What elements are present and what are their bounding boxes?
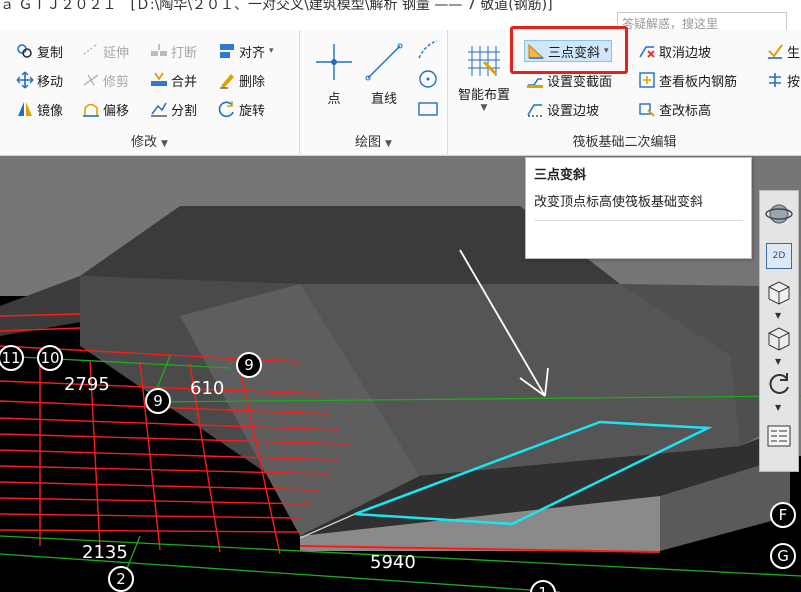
tooltip-title: 三点变斜 <box>534 168 587 183</box>
orbit-icon <box>765 200 793 232</box>
view-rebar-button[interactable]: 查看板内钢筋 <box>638 69 737 91</box>
extend-icon <box>82 42 100 60</box>
cancel-slope-icon <box>638 42 656 60</box>
point-icon <box>314 40 354 88</box>
axis-label-9-top: 9 <box>236 352 262 378</box>
view-2d-button[interactable]: 2D <box>764 241 794 271</box>
dimension-label: 5940 <box>370 552 416 573</box>
modify-group-label[interactable]: 修改 ▼ <box>0 131 299 150</box>
chevron-down-icon[interactable]: ▼ <box>775 311 781 320</box>
elevation-icon <box>638 100 656 118</box>
draw-group-label[interactable]: 绘图 ▼ <box>300 131 447 150</box>
generate-button[interactable]: 生 <box>766 40 800 62</box>
view-3d-button[interactable] <box>764 279 794 309</box>
split-button[interactable]: 分割 <box>150 98 197 120</box>
orbit-button[interactable] <box>764 201 794 231</box>
axis-label-G: G <box>770 543 796 569</box>
circle-icon <box>416 70 440 94</box>
structure-icon <box>766 71 784 89</box>
chevron-down-icon[interactable]: ▼ <box>775 357 781 366</box>
modify-group: 复制 延伸 打断 对齐 ▾ 移动 修剪 合并 删除 镜像 偏移 分割 旋转 修改… <box>0 30 300 156</box>
rotate-button[interactable]: 旋转 <box>218 98 265 120</box>
set-slope-button[interactable]: 设置边坡 <box>526 98 599 120</box>
tooltip: 三点变斜 改变顶点标高使筏板基础变斜 <box>525 157 752 259</box>
view-angle-button[interactable] <box>764 325 794 355</box>
slope-edge-icon <box>526 100 544 118</box>
trim-icon <box>82 71 100 89</box>
layer-panel-button[interactable] <box>764 423 794 453</box>
rotate-view-icon <box>765 370 793 402</box>
rectangle-icon <box>416 102 440 124</box>
layers-icon <box>765 422 793 454</box>
check-elevation-button[interactable]: 查改标高 <box>638 98 711 120</box>
cancel-slope-button[interactable]: 取消边坡 <box>638 40 711 62</box>
raft-group-label: 筏板基础二次编辑 <box>572 135 677 150</box>
divider <box>534 220 743 221</box>
title-bar: ａ ＧＴＪ２０２１ [Ｄ:\陶华\２０１、一对交叉\建筑模型\解析 钢量 —— … <box>0 0 801 32</box>
view-2d-icon: 2D <box>766 243 792 269</box>
copy-icon <box>16 42 34 60</box>
draw-group: 点 直线 绘图 ▼ <box>300 30 448 156</box>
break-button[interactable]: 打断 <box>150 40 197 62</box>
align-button[interactable]: 对齐 ▾ <box>218 40 274 62</box>
merge-icon <box>150 71 168 89</box>
arc-tool-button[interactable] <box>416 38 440 64</box>
smart-layout-button[interactable]: 智能布置 ▼ <box>458 40 510 113</box>
point-button[interactable]: 点 <box>314 40 354 107</box>
cube-icon <box>765 278 793 310</box>
rectangle-tool-button[interactable] <box>416 98 440 124</box>
split-icon <box>150 100 168 118</box>
box-view-icon <box>765 324 793 356</box>
circle-tool-button[interactable] <box>416 68 440 94</box>
chevron-down-icon: ▼ <box>161 139 168 149</box>
delete-button[interactable]: 删除 <box>218 69 265 91</box>
move-icon <box>16 71 34 89</box>
arc-icon <box>416 40 440 64</box>
line-icon <box>364 40 404 88</box>
copy-button[interactable]: 复制 <box>16 40 63 62</box>
search-input[interactable]: 答疑解惑，搜这里 <box>617 12 787 32</box>
axis-label-F: F <box>770 502 796 528</box>
trim-button[interactable]: 修剪 <box>82 69 129 91</box>
merge-button[interactable]: 合并 <box>150 69 197 91</box>
tooltip-description: 改变顶点标高使筏板基础变斜 <box>534 195 704 210</box>
offset-button[interactable]: 偏移 <box>82 98 129 120</box>
axis-label-2: 2 <box>108 566 134 592</box>
axis-label-10: 10 <box>37 345 63 371</box>
chevron-down-icon: ▼ <box>480 103 488 113</box>
window-title: ａ ＧＴＪ２０２１ [Ｄ:\陶华\２０１、一对交叉\建筑模型\解析 钢量 —— … <box>0 0 553 13</box>
axis-label-9: 9 <box>145 388 171 414</box>
extend-button[interactable]: 延伸 <box>82 40 129 62</box>
highlight-annotation <box>510 26 628 74</box>
dimension-label: 610 <box>190 378 225 399</box>
move-button[interactable]: 移动 <box>16 69 63 91</box>
view-toolbar: 2D ▼ ▼ ▼ <box>759 190 799 472</box>
rebar-view-icon <box>638 71 656 89</box>
align-icon <box>218 42 236 60</box>
rotate-icon <box>218 100 236 118</box>
grid-layout-icon <box>466 40 502 84</box>
rotate-view-button[interactable] <box>764 371 794 401</box>
dimension-label: 2135 <box>82 542 128 563</box>
chevron-down-icon: ▼ <box>385 139 392 149</box>
mirror-button[interactable]: 镜像 <box>16 98 63 120</box>
eraser-icon <box>218 71 236 89</box>
break-icon <box>150 42 168 60</box>
offset-icon <box>82 100 100 118</box>
mirror-icon <box>16 100 34 118</box>
by-button[interactable]: 按 <box>766 69 800 91</box>
line-button[interactable]: 直线 <box>364 40 404 107</box>
generate-icon <box>766 42 784 60</box>
ribbon: 复制 延伸 打断 对齐 ▾ 移动 修剪 合并 删除 镜像 偏移 分割 旋转 修改… <box>0 30 801 156</box>
dimension-label: 2795 <box>64 374 110 395</box>
chevron-down-icon[interactable]: ▼ <box>775 403 781 412</box>
